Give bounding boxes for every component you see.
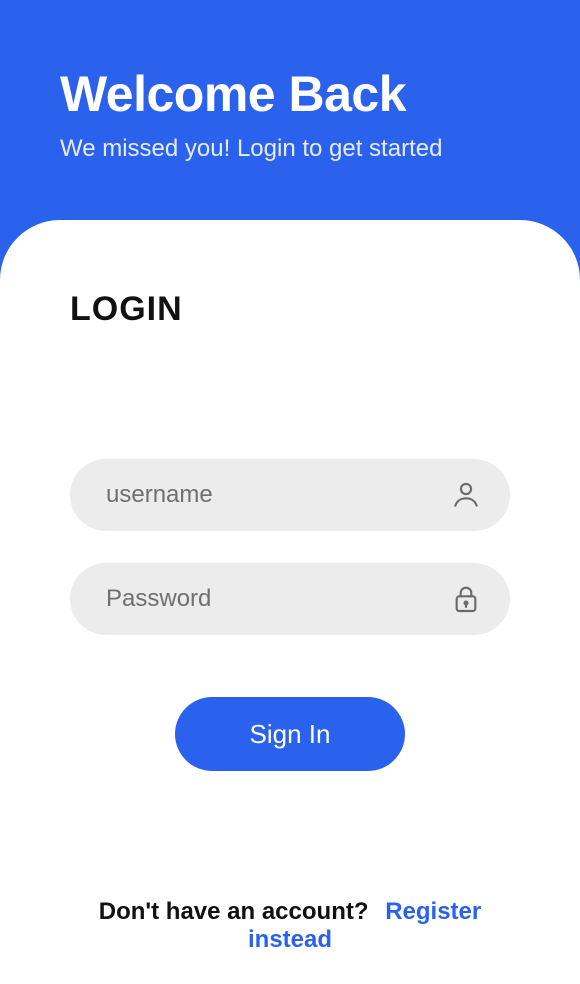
welcome-title: Welcome Back — [60, 65, 520, 123]
welcome-subtitle: We missed you! Login to get started — [60, 135, 520, 163]
login-card: LOGIN Sign In Don't have an account? Reg… — [0, 220, 580, 984]
register-prompt-text: Don't have an account? — [99, 898, 369, 925]
password-field-container — [70, 563, 510, 635]
lock-icon — [450, 583, 482, 615]
welcome-header: Welcome Back We missed you! Login to get… — [0, 0, 580, 223]
password-input[interactable] — [106, 585, 450, 613]
username-field-container — [70, 459, 510, 531]
register-prompt: Don't have an account? Register instead — [70, 898, 510, 954]
username-input[interactable] — [106, 481, 450, 509]
login-heading: LOGIN — [70, 290, 510, 329]
signin-button[interactable]: Sign In — [175, 697, 405, 771]
user-icon — [450, 479, 482, 511]
